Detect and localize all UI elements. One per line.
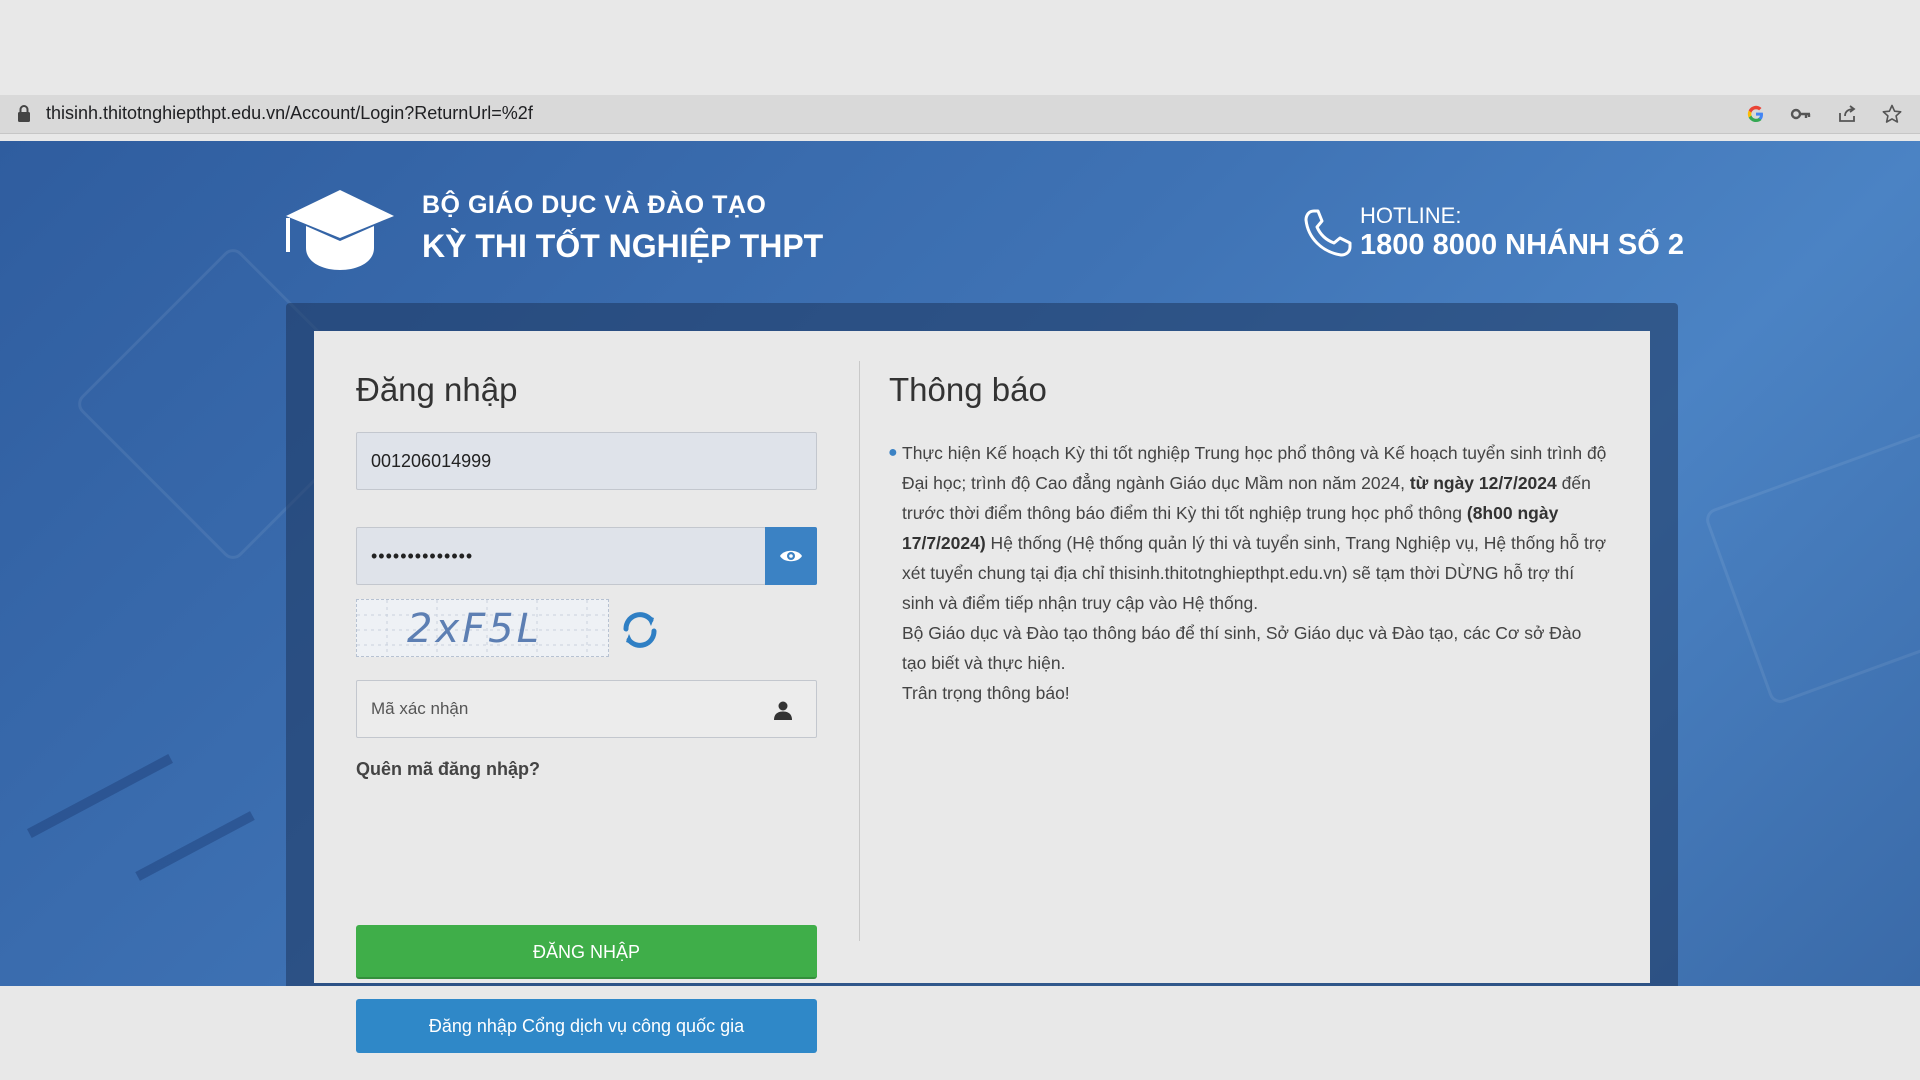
notice-paragraph: Thực hiện Kế hoạch Kỳ thi tốt nghiệp Tru…: [902, 438, 1607, 618]
background-decoration: [1702, 421, 1920, 707]
hotline-label: HOTLINE:: [1360, 203, 1462, 228]
google-icon[interactable]: [1745, 103, 1767, 125]
captcha-text: 2xF5L: [407, 606, 542, 652]
bullet-icon: ●: [888, 444, 898, 461]
notice-date-start: từ ngày 12/7/2024: [1409, 473, 1557, 493]
share-icon[interactable]: [1836, 103, 1858, 125]
login-title: Đăng nhập: [356, 371, 518, 408]
background-stripe: [135, 811, 255, 881]
notice-signoff: Trân trọng thông báo!: [902, 683, 1070, 703]
star-icon[interactable]: [1881, 103, 1903, 125]
content-panel: Đăng nhập 001206014999 •••••••••••••• 2x…: [314, 331, 1650, 1053]
password-input[interactable]: ••••••••••••••: [356, 527, 766, 585]
column-divider: [859, 361, 860, 941]
captcha-code-input[interactable]: Mã xác nhận: [356, 680, 817, 738]
user-icon: [774, 701, 792, 720]
notice-body: ● Thực hiện Kế hoạch Kỳ thi tốt nghiệp T…: [888, 438, 1607, 708]
eye-icon: [780, 550, 802, 562]
captcha-image: 2xF5L: [356, 599, 609, 657]
login-button[interactable]: ĐĂNG NHẬP: [356, 925, 817, 979]
refresh-captcha-icon[interactable]: [617, 607, 663, 653]
notice-paragraph: Bộ Giáo dục và Đào tạo thông báo để thí …: [902, 623, 1582, 673]
show-password-button[interactable]: [765, 527, 817, 585]
phone-icon: [1304, 209, 1352, 257]
hotline-number: 1800 8000 NHÁNH SỐ 2: [1360, 229, 1684, 261]
lock-icon: [18, 105, 30, 122]
notice-title: Thông báo: [889, 371, 1047, 408]
username-input[interactable]: 001206014999: [356, 432, 817, 490]
background-stripe: [27, 754, 173, 838]
notice-text: Hệ thống (Hệ thống quản lý thi và tuyển …: [902, 533, 1607, 613]
graduation-cap-logo: [286, 190, 394, 270]
ministry-name: BỘ GIÁO DỤC VÀ ĐÀO TẠO: [422, 191, 767, 219]
national-public-service-login-button[interactable]: Đăng nhập Cổng dịch vụ công quốc gia: [356, 999, 817, 1053]
forgot-code-link[interactable]: Quên mã đăng nhập?: [356, 759, 540, 780]
address-bar[interactable]: thisinh.thitotnghiepthpt.edu.vn/Account/…: [0, 95, 1920, 134]
exam-name: KỲ THI TỐT NGHIỆP THPT: [422, 228, 824, 264]
key-icon[interactable]: [1790, 103, 1812, 125]
url-text[interactable]: thisinh.thitotnghiepthpt.edu.vn/Account/…: [46, 103, 533, 124]
